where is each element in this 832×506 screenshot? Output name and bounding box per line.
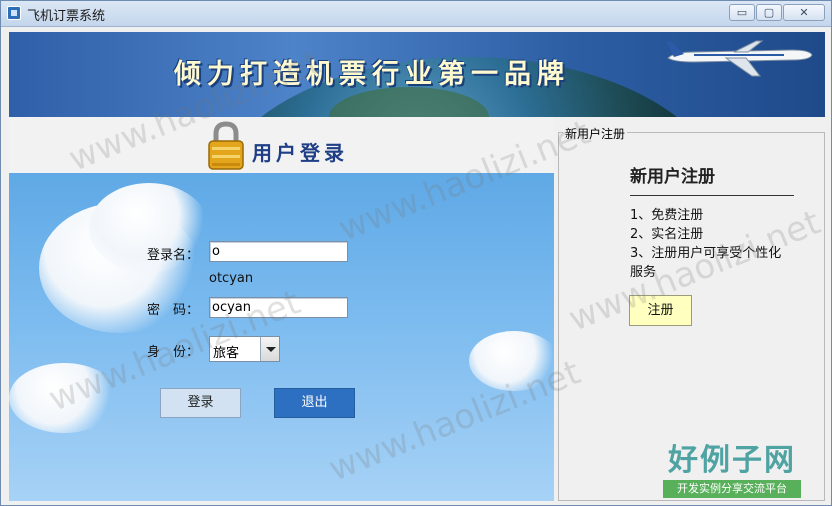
maximize-button[interactable]: ▢ (756, 4, 782, 21)
sky-background: 登录名： o otcyan 密 码： ocyan 身 份： 旅客 登录 退出 (9, 173, 554, 501)
username-input[interactable]: o (209, 241, 348, 262)
watermark-tagline: 开发实例分享交流平台 (663, 480, 801, 498)
app-icon (7, 6, 21, 20)
watermark-brand: 好例子网 (668, 443, 796, 478)
lock-icon (208, 121, 244, 170)
watermark-logo: 好例子网 开发实例分享交流平台 (663, 444, 801, 498)
airplane-icon (666, 40, 813, 77)
banner: 倾力打造机票行业第一品牌 (9, 32, 825, 117)
login-heading: 用户登录 (252, 141, 348, 165)
divider (630, 195, 794, 196)
username-hint: otcyan (209, 271, 254, 286)
register-heading: 新用户注册 (630, 167, 715, 187)
title-bar[interactable]: 飞机订票系统 ▭ ▢ ✕ (1, 1, 831, 27)
register-item: 1、免费注册 (630, 208, 704, 223)
main-window: 飞机订票系统 ▭ ▢ ✕ 倾力打造机票行业第一品牌 用户登录 登录名： o ot… (0, 0, 832, 506)
login-button[interactable]: 登录 (160, 388, 241, 418)
exit-button[interactable]: 退出 (274, 388, 355, 418)
password-label: 密 码： (147, 303, 200, 318)
close-button[interactable]: ✕ (783, 4, 825, 21)
username-label: 登录名： (147, 248, 200, 263)
window-title: 飞机订票系统 (27, 9, 106, 24)
minimize-button[interactable]: ▭ (729, 4, 755, 21)
register-item: 2、实名注册 (630, 227, 704, 242)
dropdown-arrow-icon[interactable] (260, 337, 279, 361)
